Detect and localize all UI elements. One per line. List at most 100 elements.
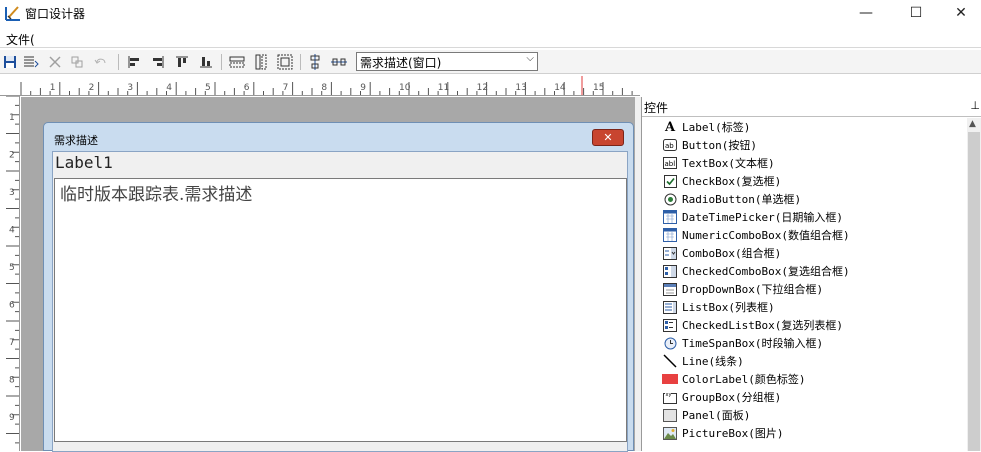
control-list-item[interactable]: Panel(面板) [662, 406, 750, 424]
scroll-up-icon[interactable]: ▲ [969, 119, 976, 129]
ruler-label: 2 [89, 83, 95, 93]
control-list-item-label: DateTimePicker(日期输入框) [682, 211, 843, 224]
clock-icon [662, 336, 678, 350]
same-width-button[interactable] [228, 53, 246, 71]
menu-bar: 文件( [0, 28, 981, 48]
center-horizontal-button[interactable] [330, 53, 348, 71]
control-list-item[interactable]: ab Button(按钮) [662, 136, 757, 154]
copy-button[interactable] [68, 53, 86, 71]
undo-button[interactable] [92, 53, 110, 71]
ruler-label: 15 [593, 83, 604, 93]
radio-icon [662, 192, 678, 206]
control-list-item[interactable]: ListBox(列表框) [662, 298, 775, 316]
same-height-button[interactable] [252, 53, 270, 71]
listbox-icon [662, 300, 678, 314]
close-icon: ✕ [603, 131, 613, 144]
control-list-item-label: TimeSpanBox(时段输入框) [682, 337, 824, 350]
dropdown-icon [662, 282, 678, 296]
control-list-item[interactable]: TimeSpanBox(时段输入框) [662, 334, 823, 352]
color-swatch-icon [662, 372, 678, 386]
line-icon [662, 354, 678, 368]
button-icon: ab [662, 138, 678, 152]
control-list-item-label: GroupBox(分组框) [682, 391, 782, 404]
control-list-item[interactable]: NumericComboBox(数值组合框) [662, 226, 850, 244]
maximize-icon: ☐ [909, 5, 923, 21]
ruler-label: 4 [166, 83, 172, 93]
ruler-label: 13 [515, 83, 526, 93]
control-list-item[interactable]: ComboBox(组合框) [662, 244, 781, 262]
control-list-item-label: DropDownBox(下拉组合框) [682, 283, 824, 296]
ruler-label: 11 [438, 83, 449, 93]
align-right-button[interactable] [149, 53, 167, 71]
controls-panel: 控件 ⊥ A Label(标签) ab Button(按钮) abl TextBox(文本… [641, 97, 981, 451]
center-vertical-button[interactable] [306, 53, 324, 71]
chevron-down-icon: ⌵ [526, 53, 534, 64]
form-selector-dropdown[interactable]: 需求描述(窗口) ⌵ [356, 52, 538, 71]
control-list-item-label: PictureBox(图片) [682, 427, 784, 440]
controls-list: A Label(标签) ab Button(按钮) abl TextBox(文本框) Che… [642, 118, 968, 451]
align-bottom-button[interactable] [197, 53, 215, 71]
control-list-item[interactable]: ColorLabel(颜色标签) [662, 370, 805, 388]
form-label-control[interactable]: Label1 [55, 153, 113, 172]
control-list-item[interactable]: DateTimePicker(日期输入框) [662, 208, 843, 226]
ruler-label: 5 [205, 83, 211, 93]
scroll-thumb[interactable] [968, 132, 980, 451]
properties-button[interactable] [22, 53, 40, 71]
checked-combobox-icon [662, 264, 678, 278]
textbox-icon: abl [662, 156, 678, 170]
menu-file[interactable]: 文件( [6, 31, 35, 48]
control-list-item[interactable]: RadioButton(单选框) [662, 190, 801, 208]
align-left-button[interactable] [125, 53, 143, 71]
calendar-icon [662, 228, 678, 242]
svg-text:xy: xy [666, 392, 672, 398]
control-list-item[interactable]: abl TextBox(文本框) [662, 154, 775, 172]
panel-icon [662, 408, 678, 422]
control-list-item[interactable]: CheckBox(复选框) [662, 172, 781, 190]
pin-icon[interactable]: ⊥ [970, 99, 980, 112]
minimize-button[interactable]: — [843, 0, 889, 26]
designed-form-window[interactable]: 需求描述 ✕ Label1 临时版本跟踪表.需求描述 [43, 122, 634, 452]
align-left-icon [128, 56, 139, 68]
control-list-item-label: NumericComboBox(数值组合框) [682, 229, 850, 242]
align-bottom-icon [200, 57, 212, 68]
control-list-item[interactable]: Line(线条) [662, 352, 744, 370]
svg-text:abl: abl [665, 160, 676, 168]
control-list-item[interactable]: DropDownBox(下拉组合框) [662, 280, 823, 298]
same-size-icon [277, 54, 293, 70]
app-icon [5, 6, 20, 21]
ruler-label: 8 [9, 376, 15, 386]
close-icon: ✕ [955, 5, 967, 21]
ruler-label: 6 [244, 83, 250, 93]
toolbar-separator [118, 54, 119, 70]
same-width-icon [229, 56, 245, 68]
control-list-item[interactable]: CheckedComboBox(复选组合框) [662, 262, 850, 280]
picture-icon [662, 426, 678, 440]
control-list-item[interactable]: A Label(标签) [662, 118, 750, 136]
delete-button[interactable] [46, 53, 64, 71]
control-list-item[interactable]: CheckedListBox(复选列表框) [662, 316, 843, 334]
ruler-label: 4 [9, 226, 15, 236]
maximize-button[interactable]: ☐ [893, 0, 939, 26]
form-textbox-control[interactable]: 临时版本跟踪表.需求描述 [54, 178, 627, 442]
ruler-label: 1 [9, 113, 15, 123]
center-horizontal-icon [331, 58, 347, 66]
form-selector-value: 需求描述(窗口) [360, 56, 442, 70]
save-button[interactable] [1, 53, 19, 71]
control-list-item[interactable]: PictureBox(图片) [662, 424, 783, 442]
svg-text:ab: ab [665, 142, 674, 150]
control-list-item-label: ComboBox(组合框) [682, 247, 782, 260]
ruler-label: 14 [554, 83, 566, 93]
ruler-label: 3 [9, 188, 15, 198]
align-top-button[interactable] [173, 53, 191, 71]
undo-icon [94, 58, 106, 64]
combobox-icon [662, 246, 678, 260]
control-list-item-label: ListBox(列表框) [682, 301, 775, 314]
control-list-item[interactable]: xy GroupBox(分组框) [662, 388, 781, 406]
ruler-label: 7 [9, 338, 15, 348]
controls-scrollbar[interactable]: ▲ [967, 118, 981, 451]
same-size-button[interactable] [276, 53, 294, 71]
list-icon [24, 56, 39, 68]
close-button[interactable]: ✕ [938, 0, 981, 26]
form-close-button[interactable]: ✕ [592, 129, 624, 146]
form-client-area[interactable]: Label1 临时版本跟踪表.需求描述 [52, 151, 628, 452]
